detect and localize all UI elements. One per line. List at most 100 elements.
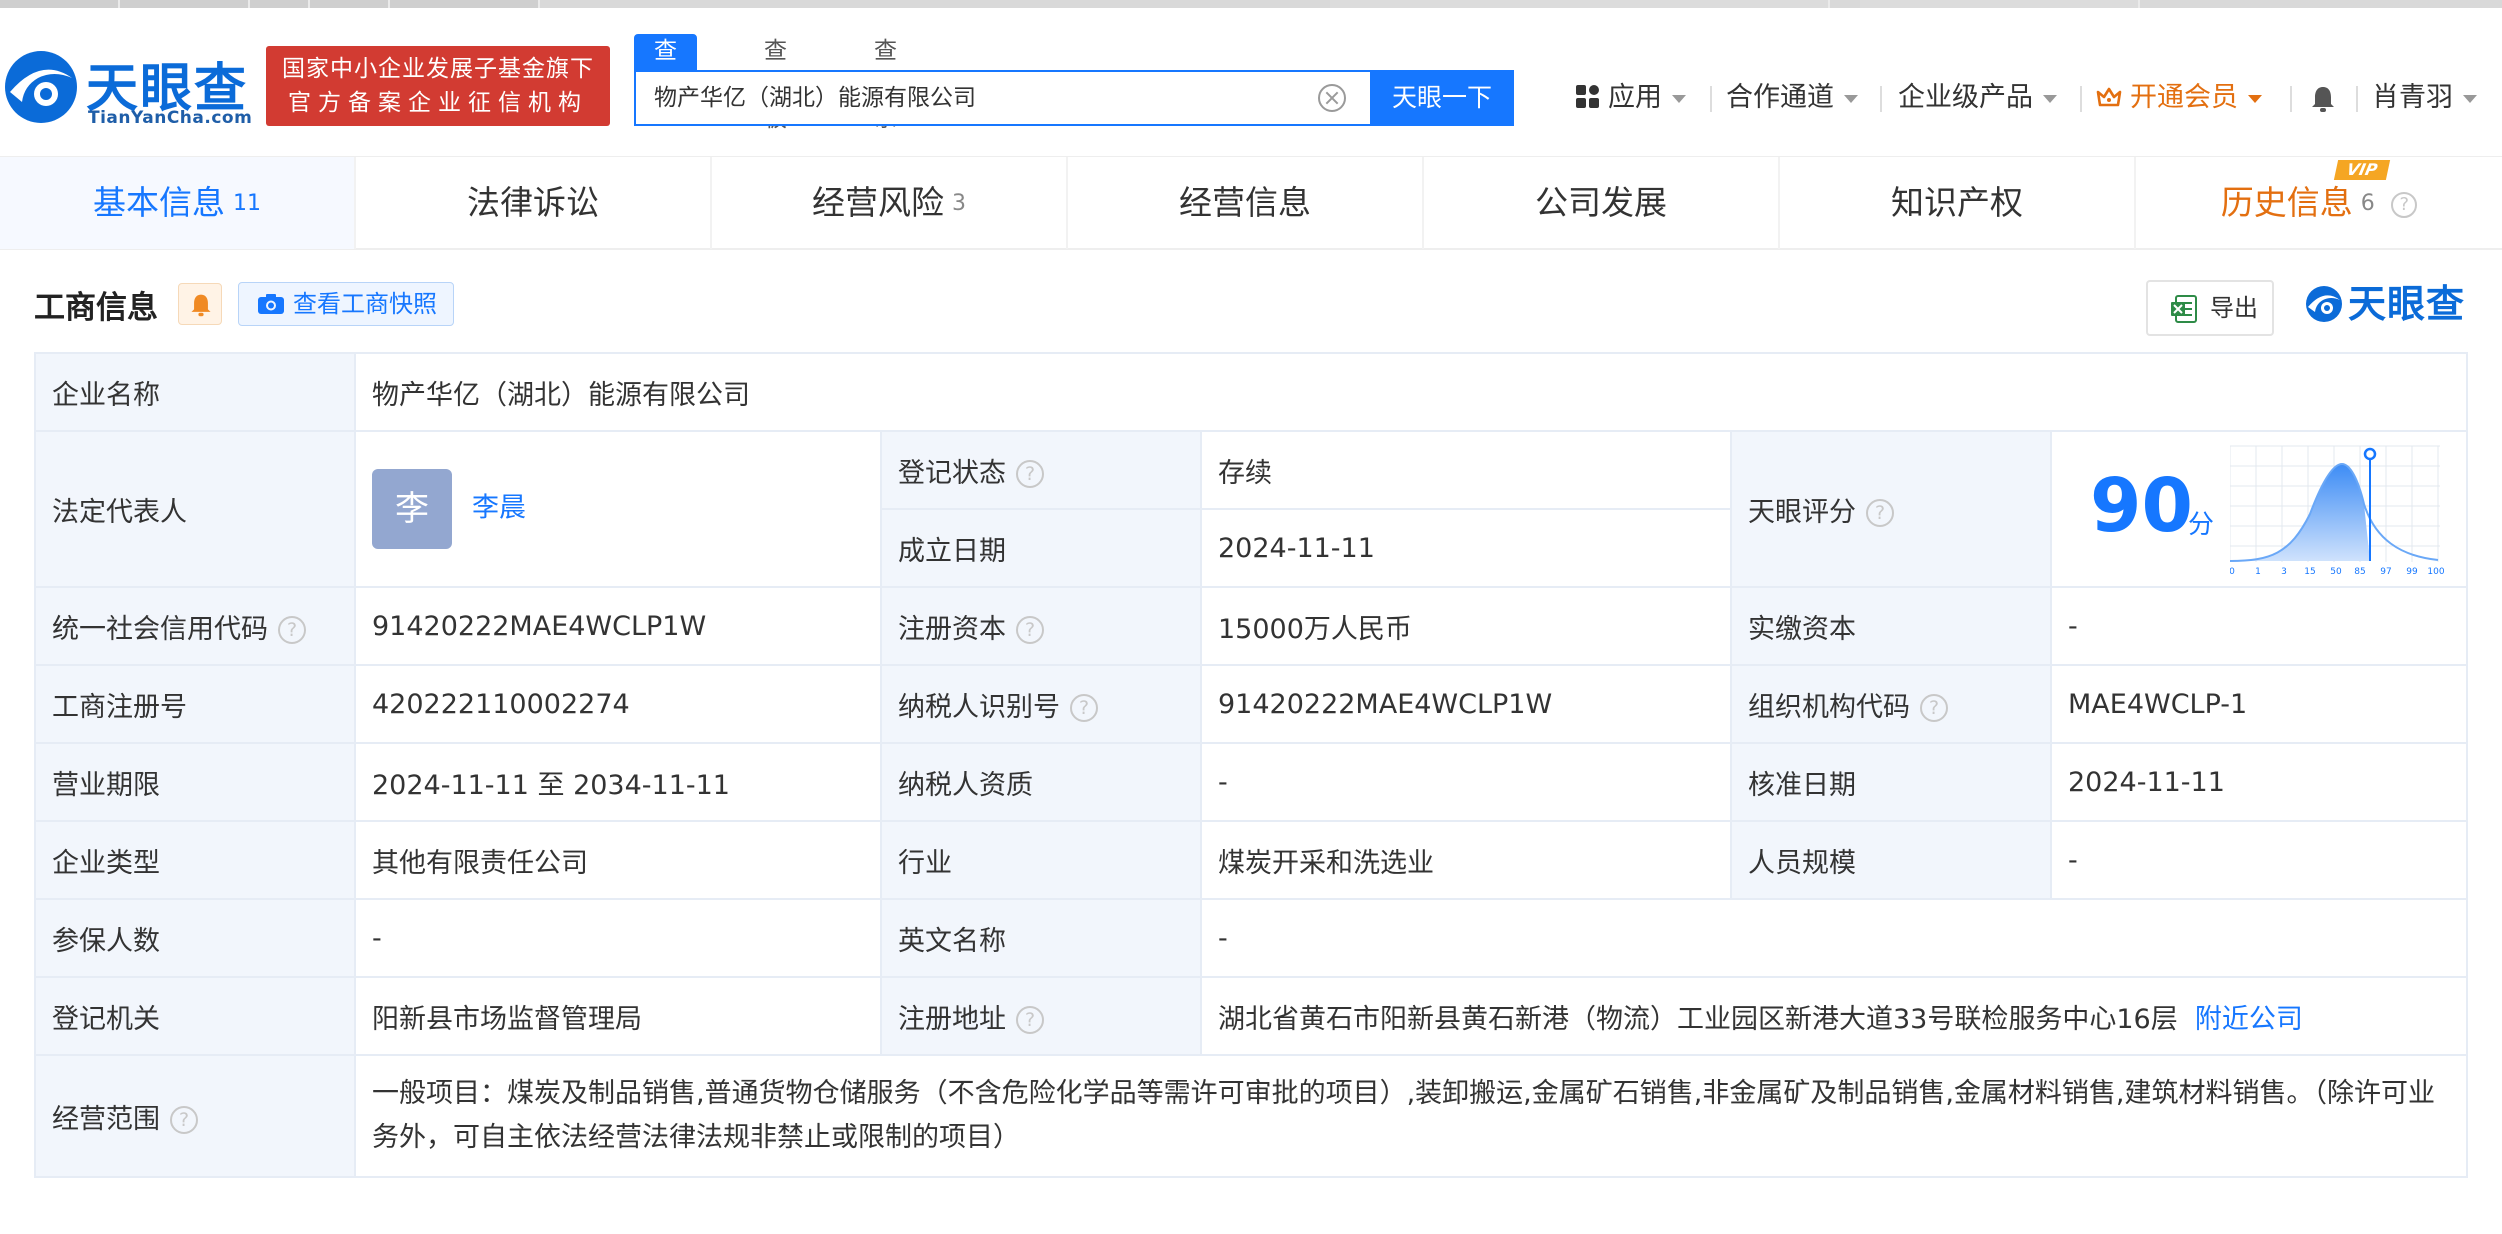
browser-tab[interactable] xyxy=(310,0,390,8)
crown-icon xyxy=(2096,87,2122,107)
tab-operating-risk[interactable]: 经营风险 3 xyxy=(712,157,1068,249)
tab-label: 基本信息 xyxy=(93,183,225,222)
help-icon[interactable]: ? xyxy=(1016,1006,1044,1034)
en-name-label: 英文名称 xyxy=(880,898,1202,978)
score-label: 天眼评分? xyxy=(1730,430,2052,588)
legal-rep-label: 法定代表人 xyxy=(34,430,356,588)
browser-tab[interactable] xyxy=(1330,0,1830,8)
taxpayer-id-label: 纳税人识别号? xyxy=(880,664,1202,744)
authority-label: 登记机关 xyxy=(34,976,356,1056)
nav-divider xyxy=(2080,86,2082,112)
org-code-label: 组织机构代码? xyxy=(1730,664,2052,744)
help-icon[interactable]: ? xyxy=(1016,460,1044,488)
search-tab-boss[interactable]: 查老板 xyxy=(764,34,787,132)
help-icon[interactable]: ? xyxy=(1016,616,1044,644)
industry-value: 煤炭开采和洗选业 xyxy=(1200,820,1732,900)
export-label: 导出 xyxy=(2210,294,2258,322)
score-label-text: 天眼评分 xyxy=(1748,496,1856,528)
chevron-down-icon xyxy=(2463,94,2477,103)
tab-ip[interactable]: 知识产权 xyxy=(1780,157,2136,249)
scope-label-text: 经营范围 xyxy=(52,1103,160,1135)
score-axis-tick: 97 xyxy=(2380,567,2391,576)
approved-label: 核准日期 xyxy=(1730,742,2052,822)
tab-development[interactable]: 公司发展 xyxy=(1424,157,1780,249)
score-axis-tick: 100 xyxy=(2427,567,2444,576)
score-cell[interactable]: 90 分 0 1 3 15 50 85 97 99 100 xyxy=(2049,430,2469,588)
table-row: 企业类型 其他有限责任公司 行业 煤炭开采和洗选业 人员规模 - xyxy=(34,820,2469,900)
nearby-companies-link[interactable]: 附近公司 xyxy=(2195,1004,2303,1035)
address-label: 注册地址? xyxy=(880,976,1202,1056)
score-distribution-chart: 0 1 3 15 50 85 97 99 100 xyxy=(2230,445,2445,576)
company-name-label: 企业名称 xyxy=(34,352,356,432)
tianyancha-logo[interactable]: 天眼查 TianYanCha.com xyxy=(2,46,252,130)
export-button[interactable]: 导出 xyxy=(2146,280,2274,336)
score-unit: 分 xyxy=(2188,510,2215,540)
score-axis-tick: 99 xyxy=(2406,567,2418,576)
brand-watermark-text: 天眼查 xyxy=(2348,282,2466,326)
reg-capital-label: 注册资本? xyxy=(880,586,1202,666)
chevron-down-icon xyxy=(2248,94,2262,103)
nav-vip-label: 开通会员 xyxy=(2130,82,2238,113)
table-row: 营业期限 2024-11-11 至 2034-11-11 纳税人资质 - 核准日… xyxy=(34,742,2469,822)
nav-enterprise[interactable]: 企业级产品 xyxy=(1898,76,2057,120)
tab-litigation[interactable]: 法律诉讼 xyxy=(356,157,712,249)
status-label: 登记状态? xyxy=(880,430,1202,510)
help-icon[interactable]: ? xyxy=(1920,694,1948,722)
logo-domain: TianYanCha.com xyxy=(88,108,253,128)
nav-channels[interactable]: 合作通道 xyxy=(1726,76,1858,120)
help-icon[interactable]: ? xyxy=(1070,694,1098,722)
browser-tab[interactable] xyxy=(0,0,120,8)
browser-tab[interactable] xyxy=(390,0,540,8)
search-input[interactable]: 物产华亿（湖北）能源有限公司 xyxy=(634,70,1370,126)
help-icon[interactable]: ? xyxy=(1866,499,1894,527)
help-icon[interactable]: ? xyxy=(278,616,306,644)
tab-basic-info[interactable]: 基本信息 11 xyxy=(0,157,356,249)
address-label-text: 注册地址 xyxy=(898,1003,1006,1035)
user-menu[interactable]: 肖青羽 xyxy=(2372,76,2477,120)
legal-rep-cell: 李李晨 xyxy=(354,430,882,588)
notification-bell-icon[interactable] xyxy=(2308,84,2338,114)
snapshot-button[interactable]: 查看工商快照 xyxy=(238,282,454,326)
staff-label: 人员规模 xyxy=(1730,820,2052,900)
score-axis-tick: 3 xyxy=(2281,567,2287,576)
reg-no-value: 420222110002274 xyxy=(354,664,882,744)
browser-tab[interactable] xyxy=(120,0,250,8)
approved-value: 2024-11-11 xyxy=(2049,742,2469,822)
help-icon[interactable]: ? xyxy=(2391,191,2418,218)
search-tab-relation[interactable]: 查关系 xyxy=(874,34,897,132)
camera-icon xyxy=(258,294,284,314)
browser-tab-strip xyxy=(0,0,2502,8)
clear-icon[interactable] xyxy=(1318,84,1346,112)
tab-history[interactable]: 历史信息 6 ? xyxy=(2136,157,2502,249)
score-axis-tick: 1 xyxy=(2255,567,2261,576)
industry-label: 行业 xyxy=(880,820,1202,900)
subscribe-button[interactable] xyxy=(178,283,222,325)
nav-vip[interactable]: 开通会员 xyxy=(2096,76,2262,120)
taxpayer-id-label-text: 纳税人识别号 xyxy=(898,691,1060,723)
badge-line1: 国家中小企业发展子基金旗下 xyxy=(282,56,594,82)
search-button[interactable]: 天眼一下 xyxy=(1370,70,1514,126)
tab-operating-info[interactable]: 经营信息 xyxy=(1068,157,1424,249)
address-value: 湖北省黄石市阳新县黄石新港（物流）工业园区新港大道33号联检服务中心16层 xyxy=(1218,1003,2178,1035)
founded-label: 成立日期 xyxy=(880,508,1202,588)
tab-label: 经营风险 xyxy=(812,183,944,222)
credit-code-label-text: 统一社会信用代码 xyxy=(52,613,268,645)
nav-divider xyxy=(2290,86,2292,112)
avatar[interactable]: 李 xyxy=(372,469,452,549)
status-value: 存续 xyxy=(1200,430,1732,510)
type-label: 企业类型 xyxy=(34,820,356,900)
tax-qual-value: - xyxy=(1200,742,1732,822)
tax-qual-label: 纳税人资质 xyxy=(880,742,1202,822)
browser-tab[interactable] xyxy=(250,0,310,8)
founded-value: 2024-11-11 xyxy=(1200,508,1732,588)
nav-apps[interactable]: 应用 xyxy=(1576,76,1686,120)
browser-tab[interactable] xyxy=(1860,0,2140,8)
tab-label: 公司发展 xyxy=(1535,183,1667,222)
legal-rep-link[interactable]: 李晨 xyxy=(472,493,526,524)
en-name-value: - xyxy=(1199,898,2469,978)
table-row: 参保人数 - 英文名称 - xyxy=(34,898,2469,978)
snapshot-label: 查看工商快照 xyxy=(293,290,437,318)
search-tab-company[interactable]: 查公司 xyxy=(634,34,697,132)
nav-apps-label: 应用 xyxy=(1608,82,1662,113)
help-icon[interactable]: ? xyxy=(170,1106,198,1134)
